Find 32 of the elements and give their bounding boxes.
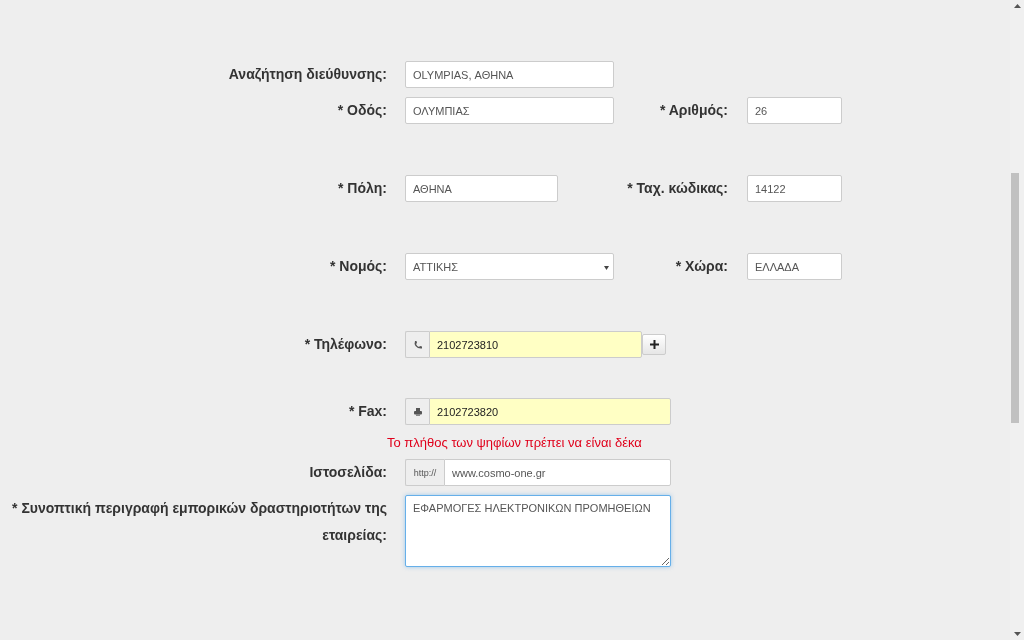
text-field[interactable]: ΕΛΛΑΔΑ bbox=[747, 253, 842, 280]
caret-icon bbox=[604, 266, 609, 270]
field-label: * Ταχ. κώδικας: bbox=[626, 179, 728, 198]
website-field[interactable]: www.cosmo-one.gr bbox=[444, 459, 671, 486]
field-label: Αναζήτηση διεύθυνσης: bbox=[227, 65, 387, 84]
scroll-down-icon[interactable] bbox=[1014, 632, 1021, 636]
error-message: Το πλήθος των ψηφίων πρέπει να είναι δέκα bbox=[387, 435, 642, 451]
phone-icon bbox=[405, 331, 429, 358]
text-field[interactable]: ΟΛΥΜΠΙΑΣ bbox=[405, 97, 614, 124]
scroll-up-icon[interactable] bbox=[1014, 4, 1021, 8]
field-label: * Νομός: bbox=[328, 257, 387, 276]
plus-icon bbox=[649, 340, 659, 349]
text-field[interactable]: OLYMPIAS, ΑΘΗΝΑ bbox=[405, 61, 614, 88]
text-field[interactable]: 26 bbox=[747, 97, 842, 124]
url-prefix: http:// bbox=[405, 459, 444, 486]
phone-field[interactable]: 2102723810 bbox=[429, 331, 642, 358]
field-label: * Πόλη: bbox=[337, 179, 387, 198]
field-label: * Τηλέφωνο: bbox=[303, 335, 387, 354]
text-field[interactable]: 14122 bbox=[747, 175, 842, 202]
phone-field[interactable]: 2102723820 bbox=[429, 398, 671, 425]
field-label: * Fax: bbox=[347, 402, 387, 421]
field-label: * Οδός: bbox=[336, 101, 387, 120]
description-field[interactable]: ΕΦΑΡΜΟΓΕΣ ΗΛΕΚΤΡΟΝΙΚΩΝ ΠΡΟΜΗΘΕΙΩΝ bbox=[405, 495, 671, 567]
add-button[interactable] bbox=[642, 334, 666, 355]
text-field[interactable]: ΑΘΗΝΑ bbox=[405, 175, 558, 202]
field-label: * Συνοπτική περιγραφή εμπορικών δραστηριοτήτων της εταιρείας: bbox=[11, 499, 387, 545]
field-label: * Αριθμός: bbox=[658, 101, 728, 120]
scrollbar-thumb[interactable] bbox=[1011, 173, 1019, 423]
dropdown[interactable]: ΑΤΤΙΚΗΣ bbox=[405, 253, 614, 280]
field-label: Ιστοσελίδα: bbox=[308, 463, 387, 482]
printer-icon bbox=[405, 398, 429, 425]
field-label: * Χώρα: bbox=[674, 257, 728, 276]
